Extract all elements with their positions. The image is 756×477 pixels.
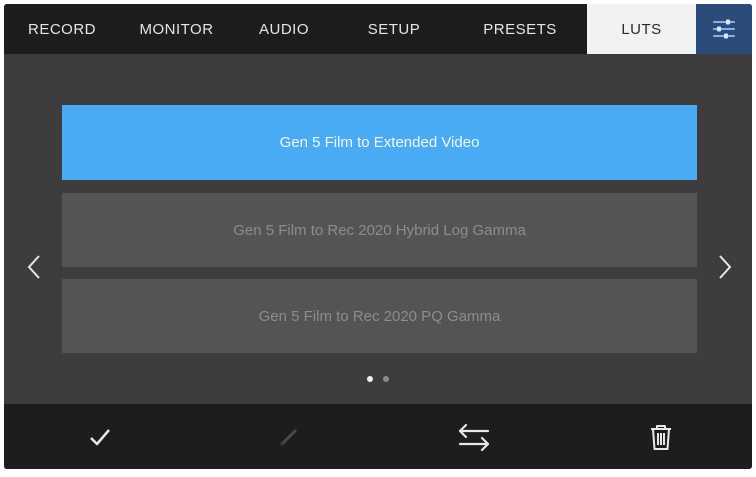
bottom-toolbar: [4, 404, 752, 469]
tab-presets[interactable]: PRESETS: [453, 4, 587, 54]
next-page-button[interactable]: [715, 252, 735, 282]
trash-icon: [651, 424, 671, 450]
chevron-left-icon: [27, 255, 40, 279]
pencil-icon: [280, 429, 297, 446]
previous-page-button[interactable]: [24, 252, 44, 282]
tab-bar: RECORD MONITOR AUDIO SETUP PRESETS LUTS: [4, 4, 752, 54]
tab-record[interactable]: RECORD: [4, 4, 120, 54]
page-dot-1[interactable]: [367, 376, 373, 382]
luts-screen: RECORD MONITOR AUDIO SETUP PRESETS LUTS …: [4, 4, 752, 469]
tab-setup[interactable]: SETUP: [335, 4, 453, 54]
tab-audio[interactable]: AUDIO: [233, 4, 335, 54]
tab-monitor[interactable]: MONITOR: [120, 4, 233, 54]
apply-button[interactable]: [65, 404, 135, 469]
swap-button[interactable]: [439, 404, 509, 469]
swap-arrows-icon: [458, 423, 490, 451]
delete-button[interactable]: [626, 404, 696, 469]
sliders-icon: [713, 19, 735, 39]
lut-item[interactable]: Gen 5 Film to Rec 2020 PQ Gamma: [62, 279, 697, 353]
tab-luts[interactable]: LUTS: [587, 4, 696, 54]
edit-button[interactable]: [254, 404, 324, 469]
check-icon: [90, 428, 110, 445]
chevron-right-icon: [719, 255, 732, 279]
settings-tab[interactable]: [696, 4, 752, 54]
lut-item[interactable]: Gen 5 Film to Rec 2020 Hybrid Log Gamma: [62, 193, 697, 267]
page-dot-2[interactable]: [383, 376, 389, 382]
lut-item[interactable]: Gen 5 Film to Extended Video: [62, 105, 697, 180]
pagination-dots: [4, 376, 752, 382]
